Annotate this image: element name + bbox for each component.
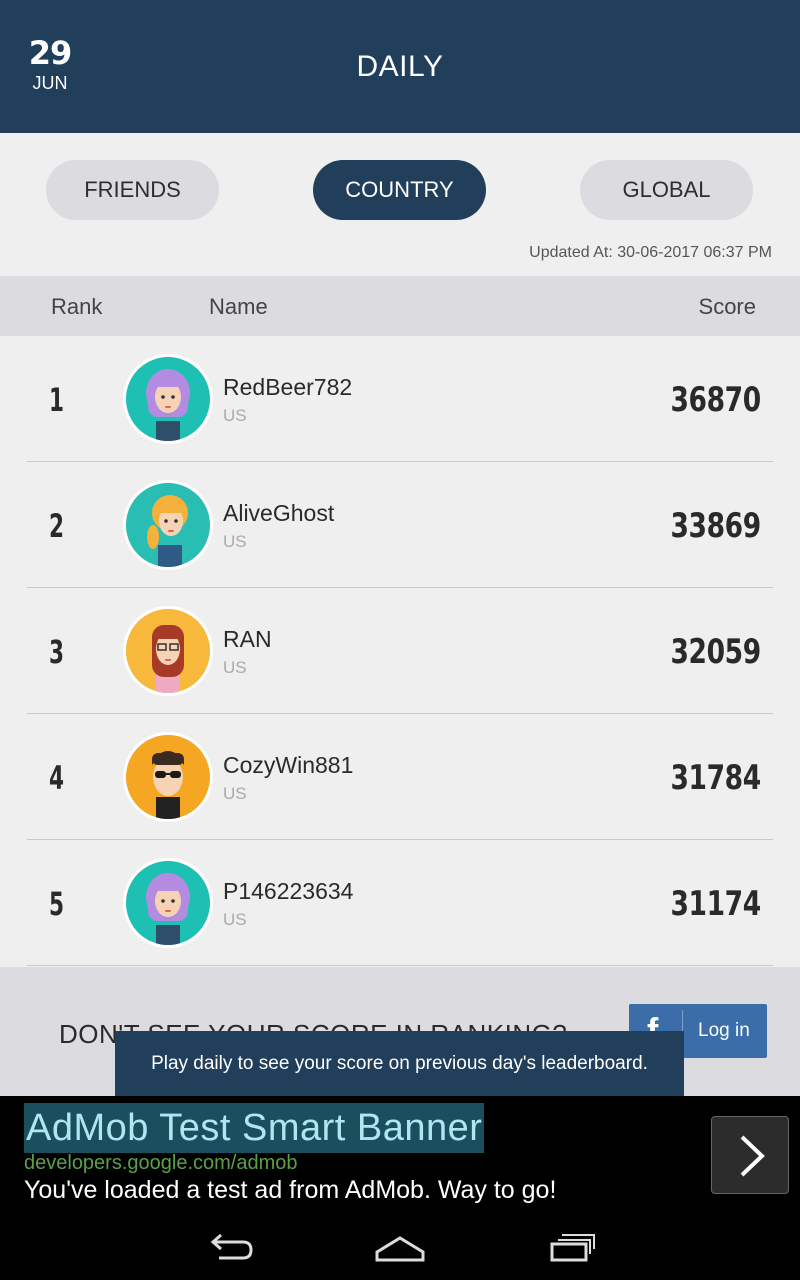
recents-icon[interactable] xyxy=(548,1230,596,1266)
blonde-girl-avatar xyxy=(123,480,213,570)
system-navigation-bar xyxy=(0,1216,800,1280)
page-title: DAILY xyxy=(356,50,444,83)
player-country: US xyxy=(223,406,247,425)
player-country: US xyxy=(223,910,247,929)
leaderboard-row[interactable]: 5 P146223634 US 31174 xyxy=(27,840,773,966)
sunglasses-man-avatar xyxy=(123,732,213,822)
leaderboard-row[interactable]: 3 RAN US 32059 xyxy=(27,588,773,714)
player-name: RedBeer782 xyxy=(223,374,353,400)
ad-title[interactable]: AdMob Test Smart Banner xyxy=(24,1103,485,1153)
tab-country[interactable]: COUNTRY xyxy=(313,160,486,220)
player-score: 31174 xyxy=(670,884,762,924)
player-score: 36870 xyxy=(670,380,762,420)
scope-tabs: FRIENDS COUNTRY GLOBAL xyxy=(0,160,800,220)
player-score: 31784 xyxy=(670,758,762,798)
row-rank: 2 xyxy=(49,507,65,545)
glasses-girl-avatar xyxy=(123,606,213,696)
ad-url[interactable]: developers.google.com/admob xyxy=(24,1152,298,1175)
leaderboard-row[interactable]: 1 RedBeer782 US 36870 xyxy=(27,336,773,462)
player-name: CozyWin881 xyxy=(223,752,354,778)
leaderboard-row[interactable]: 4 CozyWin881 US 31784 xyxy=(27,714,773,840)
player-score: 33869 xyxy=(670,506,762,546)
row-rank: 1 xyxy=(49,381,65,419)
player-country: US xyxy=(223,532,247,551)
tab-friends[interactable]: FRIENDS xyxy=(46,160,219,220)
player-country: US xyxy=(223,784,247,803)
row-rank: 5 xyxy=(49,885,65,923)
leaderboard-header: Rank Name Score xyxy=(0,276,800,336)
player-score: 32059 xyxy=(670,632,762,672)
ad-text: You've loaded a test ad from AdMob. Way … xyxy=(24,1176,557,1204)
facebook-login-label: Log in xyxy=(698,1020,750,1041)
column-header-rank: Rank xyxy=(51,294,103,319)
player-name: RAN xyxy=(223,626,272,652)
toast-message: Play daily to see your score on previous… xyxy=(115,1031,684,1096)
home-icon[interactable] xyxy=(374,1230,426,1266)
purple-hair-girl-avatar xyxy=(123,354,213,444)
column-header-name: Name xyxy=(209,294,268,319)
player-name: AliveGhost xyxy=(223,500,335,526)
column-header-score: Score xyxy=(698,294,756,319)
chevron-right-icon xyxy=(740,1135,765,1177)
row-rank: 3 xyxy=(49,633,65,671)
row-rank: 4 xyxy=(49,759,65,797)
player-name: P146223634 xyxy=(223,878,354,904)
ad-open-button[interactable] xyxy=(711,1116,789,1194)
top-app-bar: 29 JUN DAILY xyxy=(0,0,800,133)
ad-banner[interactable]: AdMob Test Smart Banner developers.googl… xyxy=(0,1096,800,1216)
tab-global[interactable]: GLOBAL xyxy=(580,160,753,220)
back-icon[interactable] xyxy=(205,1230,255,1266)
player-country: US xyxy=(223,658,247,677)
purple-hair-girl-avatar xyxy=(123,858,213,948)
updated-at-label: Updated At: 30-06-2017 06:37 PM xyxy=(529,244,772,261)
leaderboard-row[interactable]: 2 AliveGhost US 33869 xyxy=(27,462,773,588)
